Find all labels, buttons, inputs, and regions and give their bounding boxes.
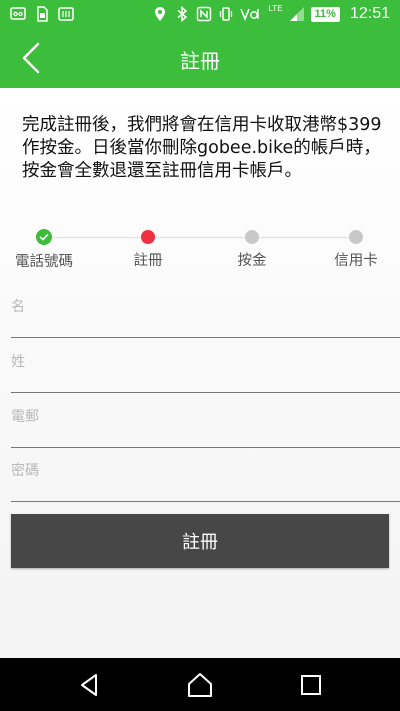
step-pending-dot [349,230,363,244]
step-label: 註冊 [133,253,163,269]
last-name-input[interactable] [11,345,400,392]
signal-icon [289,7,304,21]
step-active-dot [141,230,155,244]
email-field [11,400,400,448]
home-icon[interactable] [185,670,215,700]
voicemail-icon [10,7,26,20]
location-icon [155,7,166,21]
bluetooth-icon [177,6,188,22]
first-name-field [11,290,400,338]
register-button[interactable]: 註冊 [11,514,389,568]
battery-icon: 11% [310,6,340,22]
recents-icon[interactable] [296,670,326,700]
vibrate-icon [220,7,233,21]
last-name-field [11,345,400,393]
notification-icons [10,6,74,22]
nfc-icon [197,6,212,22]
system-icons: LTE 11% 12:51 [152,4,390,24]
step-label: 按金 [237,253,267,269]
page-title: 註冊 [180,49,220,73]
registration-content: 完成註冊後，我們將會在信用卡收取港幣$399作按金。日後當你刪除gobee.bi… [0,88,400,658]
step-deposit: 按金 [212,230,292,270]
volte-icon [240,8,260,22]
system-nav-bar [0,658,400,711]
email-input[interactable] [11,400,400,447]
back-icon[interactable] [75,670,105,700]
progress-stepper: 電話號碼 註冊 按金 信用卡 [0,229,400,271]
password-field [11,454,400,502]
step-complete-check-icon [36,229,52,245]
step-phone: 電話號碼 [4,229,84,271]
deposit-info-text: 完成註冊後，我們將會在信用卡收取港幣$399作按金。日後當你刪除gobee.bi… [22,115,382,181]
step-credit-card: 信用卡 [316,230,396,270]
step-pending-dot [245,230,259,244]
app-bar: 註冊 [0,28,400,88]
step-label: 電話號碼 [15,254,73,270]
step-label: 信用卡 [334,253,378,269]
keyboard-icon [58,7,74,21]
step-register: 註冊 [108,230,188,270]
first-name-input[interactable] [11,290,400,337]
network-type: LTE [268,4,283,13]
password-input[interactable] [11,454,400,501]
status-bar: LTE 11% 12:51 [0,0,400,28]
sim-card-icon [37,6,48,22]
battery-level: 11% [314,8,336,20]
clock: 12:51 [349,5,390,22]
stepper-line [44,237,356,238]
